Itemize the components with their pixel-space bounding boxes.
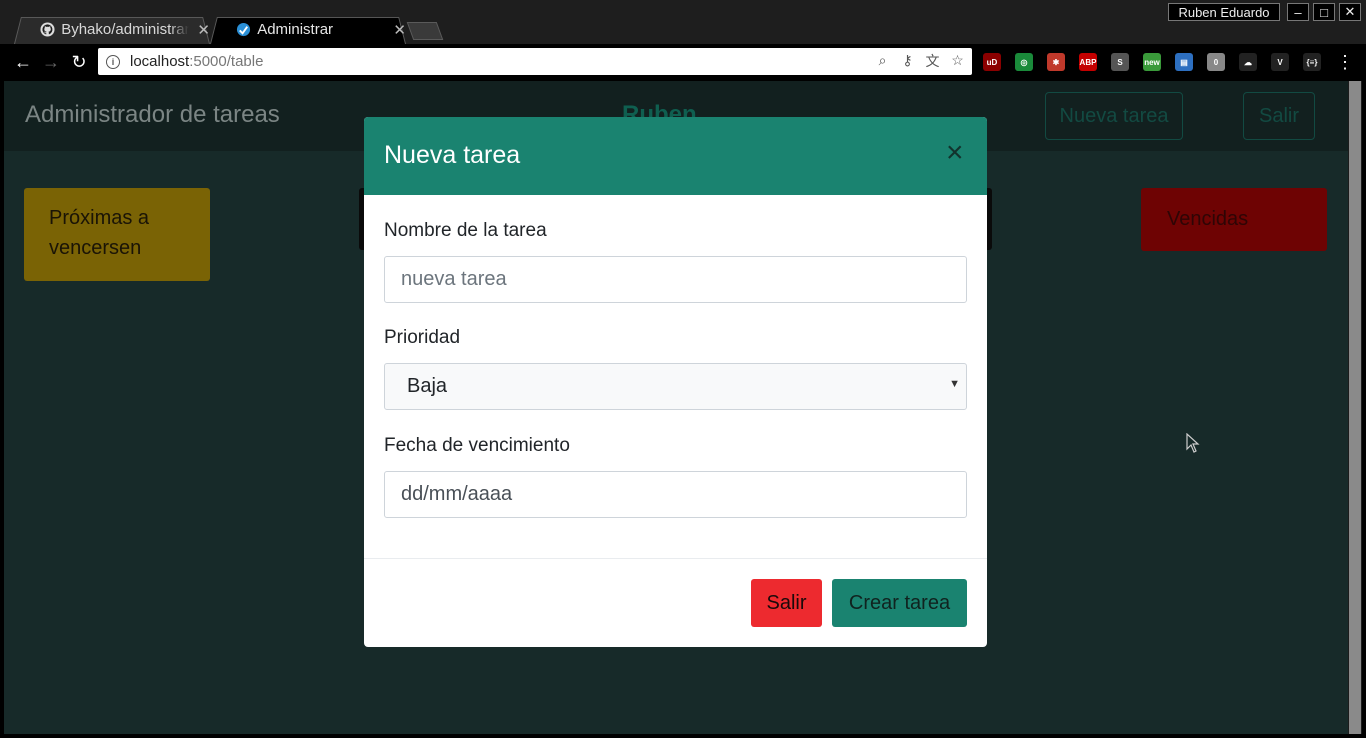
reload-icon[interactable]: ↻: [68, 51, 90, 73]
create-task-button[interactable]: Crear tarea: [832, 579, 967, 627]
ublock-icon[interactable]: uD: [983, 53, 1001, 71]
logout-button[interactable]: Salir: [1243, 92, 1315, 140]
zero-icon[interactable]: 0: [1207, 53, 1225, 71]
modal-header: Nueva tarea ×: [364, 117, 987, 195]
bug-icon[interactable]: ✱: [1047, 53, 1065, 71]
expired-tasks-card: Vencidas: [1141, 188, 1327, 251]
github-icon: [40, 22, 55, 38]
zoom-icon[interactable]: ⌕: [874, 52, 891, 69]
maximize-icon[interactable]: □: [1313, 3, 1335, 21]
browser-menu-icon[interactable]: ⋮: [1336, 52, 1354, 73]
vue-icon[interactable]: V: [1271, 53, 1289, 71]
profile-button[interactable]: Ruben Eduardo: [1168, 3, 1280, 21]
due-date-label: Fecha de vencimiento: [384, 435, 570, 456]
task-name-label: Nombre de la tarea: [384, 220, 547, 241]
priority-value: Baja: [407, 375, 448, 397]
android-new-icon[interactable]: new: [1143, 53, 1161, 71]
new-tab-button[interactable]: [406, 22, 444, 40]
tab-close-icon[interactable]: ✕: [393, 21, 406, 39]
address-bar[interactable]: i localhost:5000/table ⌕ ⚷ 文 ☆: [98, 48, 972, 75]
app-icon: [236, 22, 251, 38]
forward-arrow-icon[interactable]: →: [40, 51, 62, 73]
tab-title: Byhako/administrar: [61, 21, 190, 38]
tab-close-icon[interactable]: ✕: [197, 21, 210, 39]
upcoming-tasks-card: Próximas a vencersen: [24, 188, 210, 281]
info-icon[interactable]: i: [106, 54, 120, 69]
key-icon[interactable]: ⚷: [899, 52, 916, 69]
abp-icon[interactable]: ABP: [1079, 53, 1097, 71]
priority-select[interactable]: Baja ▼: [384, 363, 967, 410]
chevron-down-icon: ▼: [949, 378, 960, 390]
minimize-icon[interactable]: –: [1287, 3, 1309, 21]
mouse-cursor-icon: [1186, 433, 1200, 453]
target-icon[interactable]: ◎: [1015, 53, 1033, 71]
app-brand[interactable]: Administrador de tareas: [25, 101, 280, 129]
close-icon[interactable]: ×: [946, 136, 964, 170]
tab-title: Administrar: [257, 21, 334, 38]
url-path: :5000/table: [189, 53, 264, 70]
scrollbar-thumb[interactable]: [1349, 81, 1361, 734]
priority-label: Prioridad: [384, 327, 461, 348]
cloud-icon[interactable]: ☁: [1239, 53, 1257, 71]
book-icon[interactable]: ▤: [1175, 53, 1193, 71]
modal-footer-divider: [364, 558, 987, 559]
page-scrollbar[interactable]: [1348, 81, 1362, 734]
new-task-button[interactable]: Nueva tarea: [1045, 92, 1183, 140]
tab-administrar[interactable]: Administrar ✕: [210, 15, 406, 44]
task-name-input[interactable]: nueva tarea: [384, 256, 967, 303]
close-window-icon[interactable]: ✕: [1339, 3, 1361, 21]
due-date-input[interactable]: dd/mm/aaaa: [384, 471, 967, 518]
back-arrow-icon[interactable]: ←: [12, 51, 34, 73]
modal-title: Nueva tarea: [384, 141, 521, 169]
browser-titlebar: Byhako/administrar ✕ Administrar ✕ Ruben…: [0, 0, 1366, 44]
json-icon[interactable]: {≡}: [1303, 53, 1321, 71]
new-task-modal: Nueva tarea × Nombre de la tarea nueva t…: [364, 117, 987, 647]
translate-icon[interactable]: 文: [924, 52, 941, 69]
cancel-button[interactable]: Salir: [751, 579, 822, 627]
tab-github[interactable]: Byhako/administrar ✕: [14, 15, 210, 44]
url-host: localhost: [130, 53, 190, 70]
star-icon[interactable]: ☆: [949, 52, 966, 69]
s-extension-icon[interactable]: S: [1111, 53, 1129, 71]
